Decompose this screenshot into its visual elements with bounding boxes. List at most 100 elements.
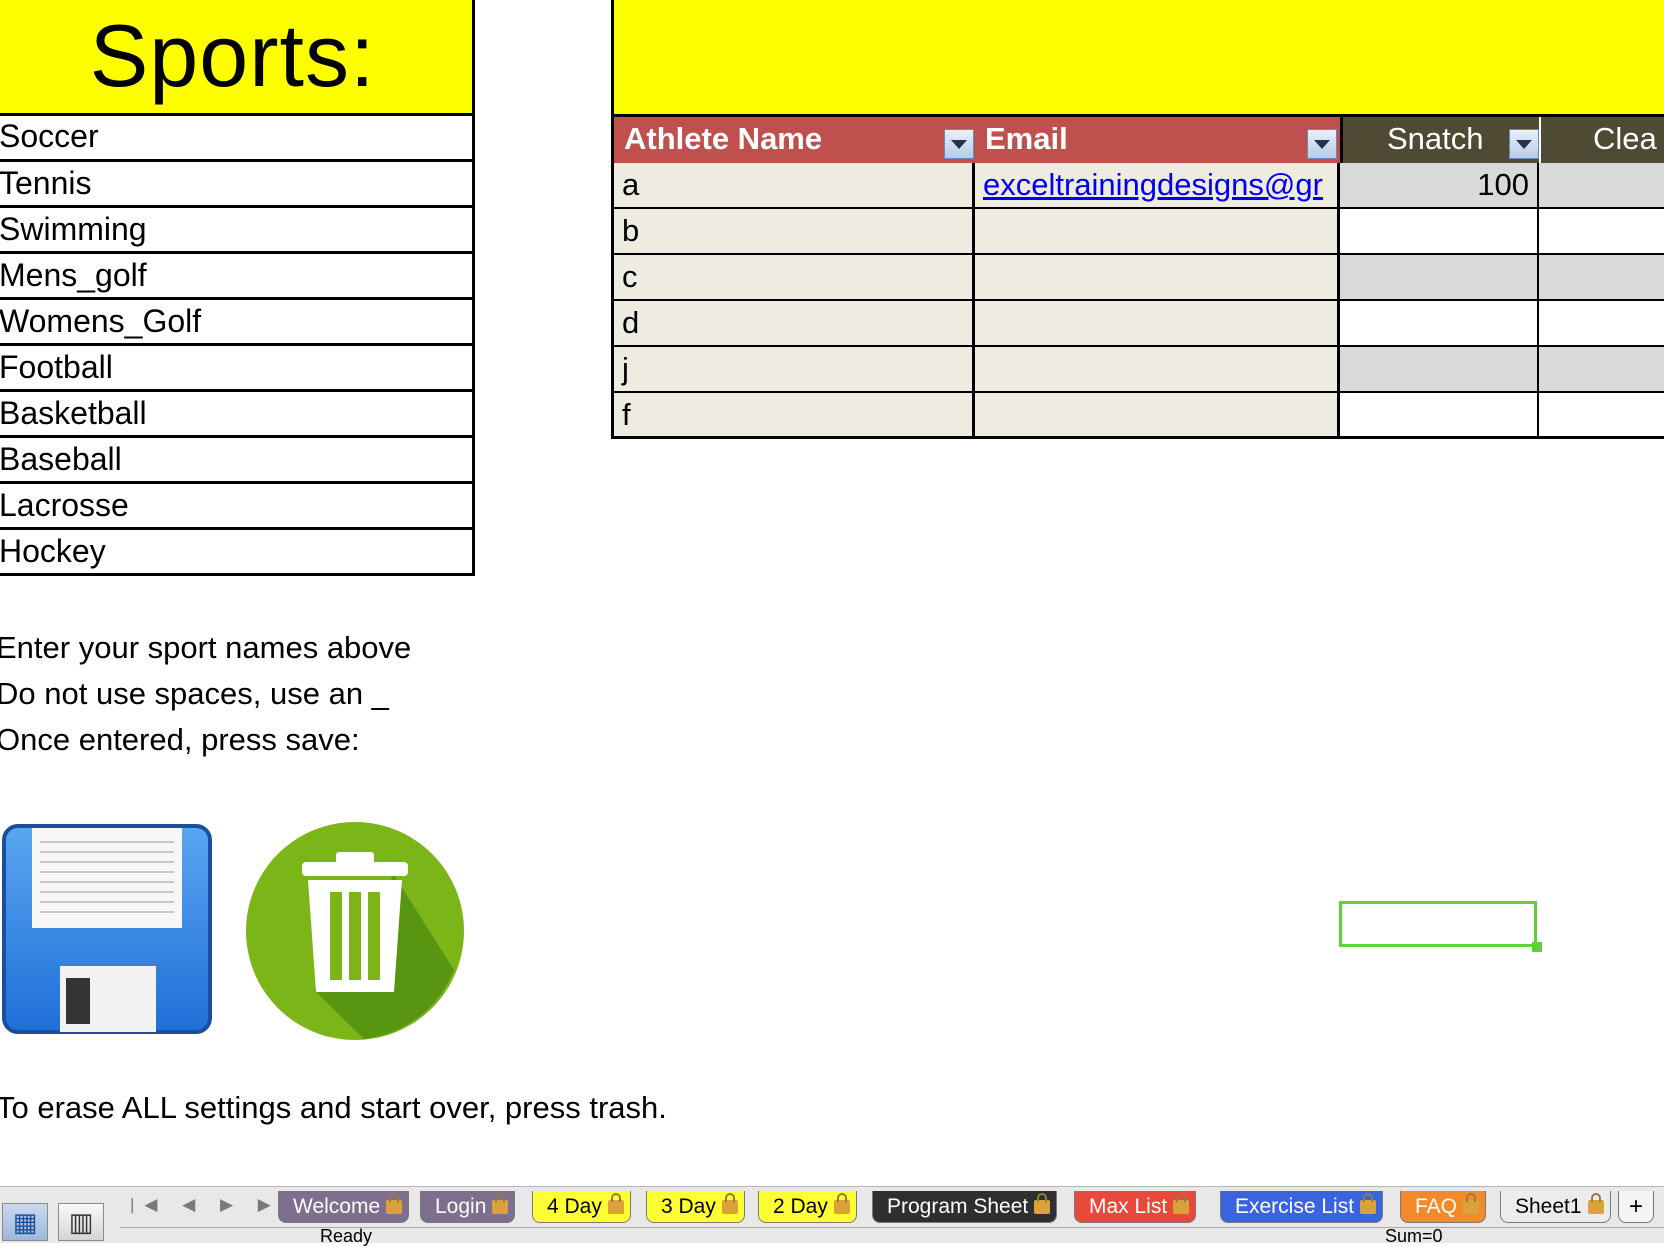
email-cell[interactable] bbox=[975, 301, 1340, 347]
athlete-name-cell[interactable]: b bbox=[611, 209, 975, 255]
tab-label: 4 Day bbox=[547, 1194, 602, 1218]
filter-dropdown-icon[interactable] bbox=[944, 129, 974, 159]
lock-icon bbox=[833, 1192, 850, 1214]
status-ready: Ready bbox=[320, 1226, 373, 1246]
header-label: Athlete Name bbox=[624, 121, 823, 156]
instruction-line: Enter your sport names above bbox=[0, 630, 412, 665]
table-row: b bbox=[611, 209, 1664, 255]
tab-label: Exercise List bbox=[1235, 1194, 1355, 1218]
status-bar: Ready Sum=0 bbox=[120, 1226, 1664, 1246]
tab-welcome[interactable]: Welcome bbox=[278, 1191, 410, 1223]
lock-icon bbox=[721, 1192, 738, 1214]
header-label: Snatch bbox=[1387, 121, 1484, 156]
sport-cell[interactable]: Baseball bbox=[0, 438, 475, 484]
sport-cell[interactable]: Basketball bbox=[0, 392, 475, 438]
instruction-line: Once entered, press save: bbox=[0, 722, 360, 757]
snatch-cell[interactable] bbox=[1340, 255, 1539, 301]
clean-cell[interactable] bbox=[1539, 393, 1664, 439]
athlete-name-cell[interactable]: a bbox=[611, 163, 975, 209]
table-row: c bbox=[611, 255, 1664, 301]
sport-cell[interactable]: Football bbox=[0, 346, 475, 392]
snatch-cell[interactable] bbox=[1340, 347, 1539, 393]
header-email[interactable]: Email bbox=[975, 117, 1340, 163]
athlete-name-cell[interactable]: j bbox=[611, 347, 975, 393]
sheet-tab-bar: ▦ ▥ |◀ ◀ ▶ ▶| Welcome Login 4 Day 3 Day … bbox=[0, 1186, 1664, 1246]
tab-sheet1[interactable]: Sheet1 bbox=[1500, 1191, 1611, 1223]
lock-icon bbox=[1463, 1192, 1480, 1214]
erase-instruction: To erase ALL settings and start over, pr… bbox=[0, 1090, 667, 1125]
email-cell[interactable] bbox=[975, 255, 1340, 301]
snatch-cell[interactable] bbox=[1340, 209, 1539, 255]
tab-2-day[interactable]: 2 Day bbox=[758, 1191, 857, 1223]
athlete-name-cell[interactable]: f bbox=[611, 393, 975, 439]
sheet-nav-arrows-icon[interactable]: |◀ ◀ ▶ ▶| bbox=[130, 1195, 295, 1215]
athlete-name-cell[interactable]: c bbox=[611, 255, 975, 301]
header-snatch[interactable]: Snatch bbox=[1340, 117, 1539, 163]
table-row: d bbox=[611, 301, 1664, 347]
clean-cell[interactable] bbox=[1539, 163, 1664, 209]
snatch-cell[interactable] bbox=[1340, 393, 1539, 439]
floppy-disk-icon[interactable] bbox=[0, 822, 214, 1036]
athlete-name-cell[interactable]: d bbox=[611, 301, 975, 347]
lock-icon bbox=[1587, 1192, 1604, 1214]
email-cell[interactable] bbox=[975, 393, 1340, 439]
tab-label: Max List bbox=[1089, 1194, 1168, 1218]
sport-cell[interactable]: Mens_golf bbox=[0, 254, 475, 300]
fill-handle[interactable] bbox=[1532, 942, 1542, 952]
sport-cell[interactable]: Tennis bbox=[0, 162, 475, 208]
filter-dropdown-icon[interactable] bbox=[1307, 129, 1337, 159]
lock-icon bbox=[1034, 1192, 1051, 1214]
table-row: j bbox=[611, 347, 1664, 393]
lock-icon bbox=[607, 1192, 624, 1214]
sport-cell[interactable]: Soccer bbox=[0, 113, 475, 162]
status-sum: Sum=0 bbox=[1385, 1226, 1443, 1246]
sports-list: Soccer Tennis Swimming Mens_golf Womens_… bbox=[0, 113, 475, 576]
clean-cell[interactable] bbox=[1539, 255, 1664, 301]
table-row: f bbox=[611, 393, 1664, 439]
tab-4-day[interactable]: 4 Day bbox=[532, 1191, 631, 1223]
selected-cell[interactable] bbox=[1339, 901, 1537, 947]
page-layout-view-icon[interactable]: ▥ bbox=[58, 1203, 104, 1241]
lock-icon bbox=[1173, 1192, 1190, 1214]
sport-cell[interactable]: Womens_Golf bbox=[0, 300, 475, 346]
snatch-cell[interactable]: 100 bbox=[1340, 163, 1539, 209]
tab-max-list[interactable]: Max List bbox=[1074, 1191, 1197, 1223]
email-cell[interactable] bbox=[975, 209, 1340, 255]
lock-icon bbox=[492, 1192, 509, 1214]
tab-label: Welcome bbox=[293, 1194, 381, 1218]
tab-label: 2 Day bbox=[773, 1194, 828, 1218]
tab-label: Login bbox=[435, 1194, 487, 1218]
filter-dropdown-icon[interactable] bbox=[1509, 129, 1539, 159]
instruction-line: Do not use spaces, use an _ bbox=[0, 676, 389, 711]
email-link[interactable]: exceltrainingdesigns@gr bbox=[983, 167, 1323, 202]
tab-exercise-list[interactable]: Exercise List bbox=[1220, 1191, 1384, 1223]
tab-label: FAQ bbox=[1415, 1194, 1458, 1218]
lock-icon bbox=[1360, 1192, 1377, 1214]
tab-login[interactable]: Login bbox=[420, 1191, 516, 1223]
clean-cell[interactable] bbox=[1539, 347, 1664, 393]
normal-view-icon[interactable]: ▦ bbox=[2, 1203, 48, 1241]
header-athlete-name[interactable]: Athlete Name bbox=[611, 117, 975, 163]
add-sheet-button[interactable]: + bbox=[1618, 1191, 1655, 1223]
sport-cell[interactable]: Hockey bbox=[0, 530, 475, 576]
clean-cell[interactable] bbox=[1539, 301, 1664, 347]
trash-icon[interactable] bbox=[244, 820, 466, 1042]
tab-label: Sheet1 bbox=[1515, 1194, 1582, 1218]
sports-title[interactable]: Sports: bbox=[0, 0, 475, 116]
table-title-cell[interactable] bbox=[611, 0, 1664, 117]
email-cell[interactable]: exceltrainingdesigns@gr bbox=[975, 163, 1340, 209]
tab-faq[interactable]: FAQ bbox=[1400, 1191, 1487, 1223]
tab-label: 3 Day bbox=[661, 1194, 716, 1218]
header-label: Email bbox=[985, 121, 1068, 156]
sport-cell[interactable]: Lacrosse bbox=[0, 484, 475, 530]
clean-cell[interactable] bbox=[1539, 209, 1664, 255]
sport-cell[interactable]: Swimming bbox=[0, 208, 475, 254]
header-clean[interactable]: Clea bbox=[1539, 117, 1664, 163]
table-row: a exceltrainingdesigns@gr 100 bbox=[611, 163, 1664, 209]
tab-program-sheet[interactable]: Program Sheet bbox=[872, 1191, 1058, 1223]
snatch-cell[interactable] bbox=[1340, 301, 1539, 347]
tab-label: Program Sheet bbox=[887, 1194, 1029, 1218]
email-cell[interactable] bbox=[975, 347, 1340, 393]
lock-icon bbox=[386, 1192, 403, 1214]
tab-3-day[interactable]: 3 Day bbox=[646, 1191, 745, 1223]
